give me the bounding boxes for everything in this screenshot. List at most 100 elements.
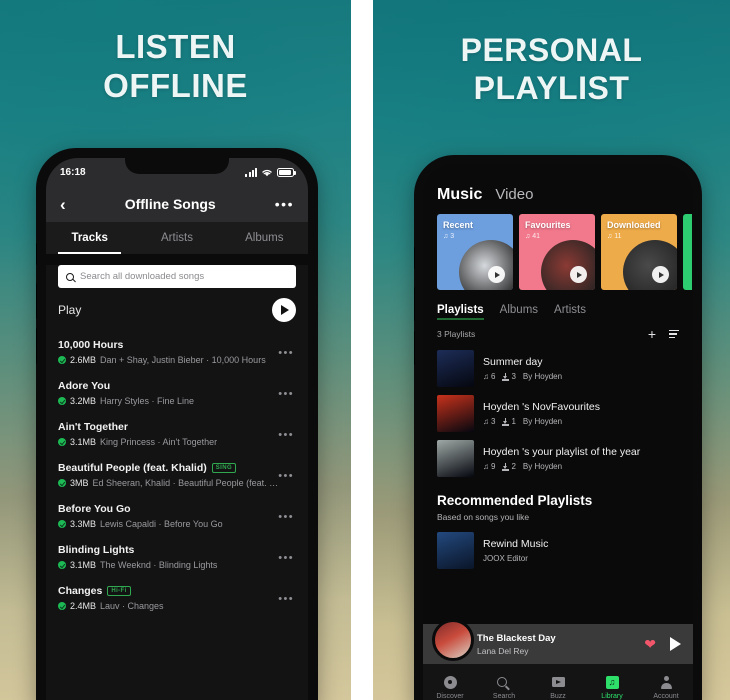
phone-volume-up-button: [36, 283, 37, 319]
track-title: Ain't Together: [58, 421, 296, 433]
quick-card-play-icon[interactable]: [652, 266, 669, 283]
playlist-row[interactable]: Summer day ♫ 6 3 By Hoyden: [423, 346, 693, 391]
track-badge: Hi-Fi: [107, 586, 131, 596]
playlist-song-count: 3: [491, 417, 496, 426]
track-title-text: Changes: [58, 585, 103, 597]
playlist-count: 3 Playlists: [437, 329, 476, 339]
plus-icon[interactable]: +: [648, 327, 656, 341]
track-title-text: Ain't Together: [58, 421, 128, 433]
play-icon[interactable]: [670, 637, 681, 651]
tabbar-item-discover[interactable]: Discover: [423, 675, 477, 700]
play-all-row[interactable]: Play: [58, 288, 296, 332]
tabbar-item-library[interactable]: ♫ Library: [585, 675, 639, 700]
phone-mute-button: [36, 243, 37, 265]
quick-card[interactable]: Downloaded ♫ 11: [601, 214, 677, 290]
music-note-icon: ♫: [483, 417, 489, 426]
quick-card[interactable]: Favourites ♫ 41: [519, 214, 595, 290]
subtab-playlists[interactable]: Playlists: [437, 304, 484, 320]
tabbar-label: Account: [653, 692, 679, 700]
tab-albums[interactable]: Albums: [221, 222, 308, 254]
phone-volume-up-button: [414, 287, 415, 321]
video-icon: [551, 675, 566, 690]
tab-video[interactable]: Video: [495, 186, 533, 203]
track-more-icon[interactable]: •••: [278, 389, 294, 400]
quick-card-count: ♫ 11: [607, 233, 622, 240]
track-size: 3MB: [70, 478, 89, 488]
tab-artists[interactable]: Artists: [133, 222, 220, 254]
track-row[interactable]: 10,000 Hours 2.6MB Dan + Shay, Justin Bieb…: [58, 332, 296, 373]
quick-card-play-icon[interactable]: [570, 266, 587, 283]
sort-list-icon[interactable]: [669, 329, 679, 339]
tabbar-item-account[interactable]: Account: [639, 675, 693, 700]
quick-card-name: Favourites: [525, 220, 571, 230]
downloaded-check-icon: [58, 602, 66, 610]
phone-volume-down-button: [36, 328, 37, 364]
mini-player-artwork: [432, 619, 474, 661]
tab-tracks[interactable]: Tracks: [46, 222, 133, 254]
playlist-author: By Hoyden: [522, 462, 563, 471]
track-size: 3.1MB: [70, 437, 97, 447]
subtab-albums[interactable]: Albums: [500, 304, 538, 320]
track-row[interactable]: Blinding Lights 3.1MB The Weeknd · Blindin…: [58, 537, 296, 578]
track-size: 3.2MB: [70, 396, 97, 406]
promo-screenshot: LISTEN OFFLINE 16:18 ‹ Offline Songs •••…: [0, 0, 730, 700]
playlist-song-count: 6: [491, 372, 496, 381]
playlist-meta: ♫ 9 2 By Hoyden: [483, 462, 679, 471]
tabbar-label: Library: [601, 692, 623, 700]
track-meta: Dan + Shay, Justin Bieber · 10,000 Hours: [100, 355, 266, 365]
recommended-row[interactable]: Rewind Music JOOX Editor: [423, 528, 693, 573]
track-row[interactable]: Adore You 3.2MB Harry Styles · Fine Line ••…: [58, 373, 296, 414]
track-row[interactable]: Changes Hi-Fi 2.4MB Lauv · Changes •••: [58, 578, 296, 619]
left-promo-panel: LISTEN OFFLINE 16:18 ‹ Offline Songs •••…: [0, 0, 351, 700]
track-meta: The Weeknd · Blinding Lights: [100, 560, 218, 570]
track-more-icon[interactable]: •••: [278, 553, 294, 564]
music-note-icon: ♫: [483, 462, 489, 471]
subtab-artists[interactable]: Artists: [554, 304, 586, 320]
tabbar-item-search[interactable]: Search: [477, 675, 531, 700]
tracks-body: Search all downloaded songs Play 10,000 …: [46, 265, 308, 700]
search-icon: [66, 272, 74, 281]
track-more-icon[interactable]: •••: [278, 471, 294, 482]
play-circle-icon[interactable]: [272, 298, 296, 322]
status-time: 16:18: [60, 166, 86, 178]
quick-card-play-icon[interactable]: [488, 266, 505, 283]
playlist-row[interactable]: Hoyden 's your playlist of the year ♫ 9 2 By…: [423, 436, 693, 481]
playlist-author: By Hoyden: [522, 372, 563, 381]
tabbar-item-buzz[interactable]: Buzz: [531, 675, 585, 700]
mini-player[interactable]: The Blackest Day Lana Del Rey ❤: [423, 619, 693, 664]
right-phone-mockup: Music Video Recent ♫ 3 Favourites ♫ 41 Downl…: [414, 155, 702, 700]
page-title: Offline Songs: [124, 196, 216, 212]
download-icon: [502, 372, 510, 381]
track-meta: Ed Sheeran, Khalid · Beautiful People (f…: [92, 478, 279, 488]
track-more-icon[interactable]: •••: [278, 512, 294, 523]
quick-card-partial[interactable]: [683, 214, 692, 290]
tracks-tabbar: Tracks Artists Albums: [46, 222, 308, 254]
wifi-icon: [262, 169, 272, 176]
track-more-icon[interactable]: •••: [278, 430, 294, 441]
back-button[interactable]: ‹: [60, 196, 66, 213]
playlist-meta: ♫ 6 3 By Hoyden: [483, 372, 679, 381]
recommended-list: Rewind Music JOOX Editor: [423, 528, 693, 573]
playlist-meta: ♫ 3 1 By Hoyden: [483, 417, 679, 426]
recommended-subheading: Based on songs you like: [437, 512, 530, 522]
heart-icon[interactable]: ❤: [644, 636, 656, 653]
quick-card-artwork: [459, 240, 513, 290]
track-more-icon[interactable]: •••: [278, 348, 294, 359]
track-row[interactable]: Beautiful People (feat. Khalid) SING 3MB Ed…: [58, 455, 296, 496]
search-input[interactable]: Search all downloaded songs: [58, 265, 296, 288]
quick-card-name: Downloaded: [607, 220, 661, 230]
quick-card[interactable]: Recent ♫ 3: [437, 214, 513, 290]
tabbar-label: Buzz: [550, 692, 566, 700]
tab-music[interactable]: Music: [437, 186, 482, 204]
signal-bars-icon: [245, 167, 257, 177]
more-horizontal-icon[interactable]: •••: [275, 197, 294, 211]
library-subtabs: Playlists Albums Artists: [423, 290, 693, 320]
track-more-icon[interactable]: •••: [278, 594, 294, 605]
track-size: 3.1MB: [70, 560, 97, 570]
download-icon: [502, 462, 510, 471]
downloaded-check-icon: [58, 520, 66, 528]
library-body: Music Video Recent ♫ 3 Favourites ♫ 41 Downl…: [423, 164, 693, 700]
track-row[interactable]: Before You Go 3.3MB Lewis Capaldi · Before…: [58, 496, 296, 537]
track-row[interactable]: Ain't Together 3.1MB King Princess · Ain't…: [58, 414, 296, 455]
playlist-row[interactable]: Hoyden 's NovFavourites ♫ 3 1 By Hoyden: [423, 391, 693, 436]
